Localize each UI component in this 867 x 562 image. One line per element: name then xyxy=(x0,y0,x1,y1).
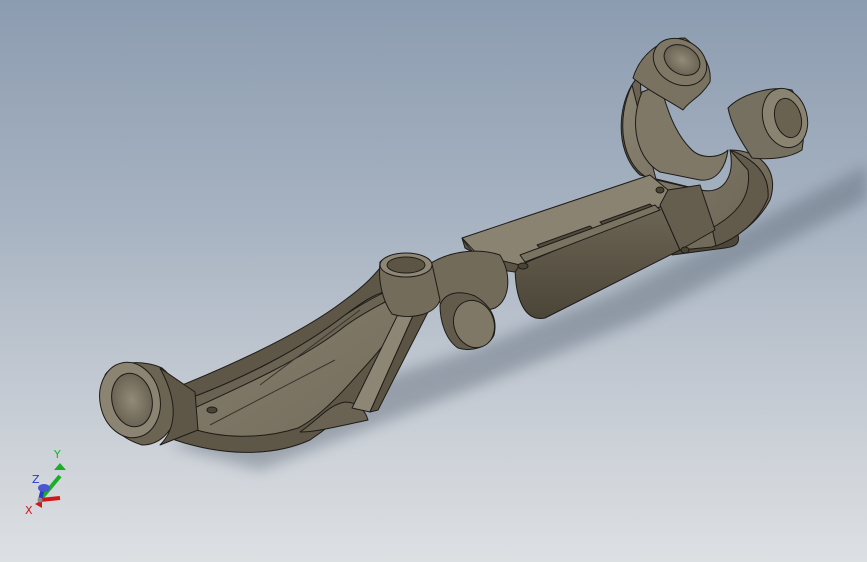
reference-triad: Y X Z xyxy=(25,448,66,517)
y-axis-label: Y xyxy=(53,448,61,461)
graphics-viewport[interactable]: Y X Z xyxy=(0,0,867,562)
z-axis-label: Z xyxy=(32,473,40,486)
box-hole-a xyxy=(517,262,529,270)
front-boss-bore xyxy=(386,256,426,274)
triad-origin-icon xyxy=(37,497,43,503)
z-axis-arrow-icon xyxy=(38,484,50,492)
box-hole-b xyxy=(655,186,665,194)
x-axis-label: X xyxy=(25,504,33,517)
tray-hole xyxy=(206,406,218,414)
3d-model-part[interactable] xyxy=(0,0,867,562)
y-axis-arrow-icon xyxy=(54,463,66,470)
x-axis-line xyxy=(39,496,61,502)
box-hole-c xyxy=(680,246,690,254)
